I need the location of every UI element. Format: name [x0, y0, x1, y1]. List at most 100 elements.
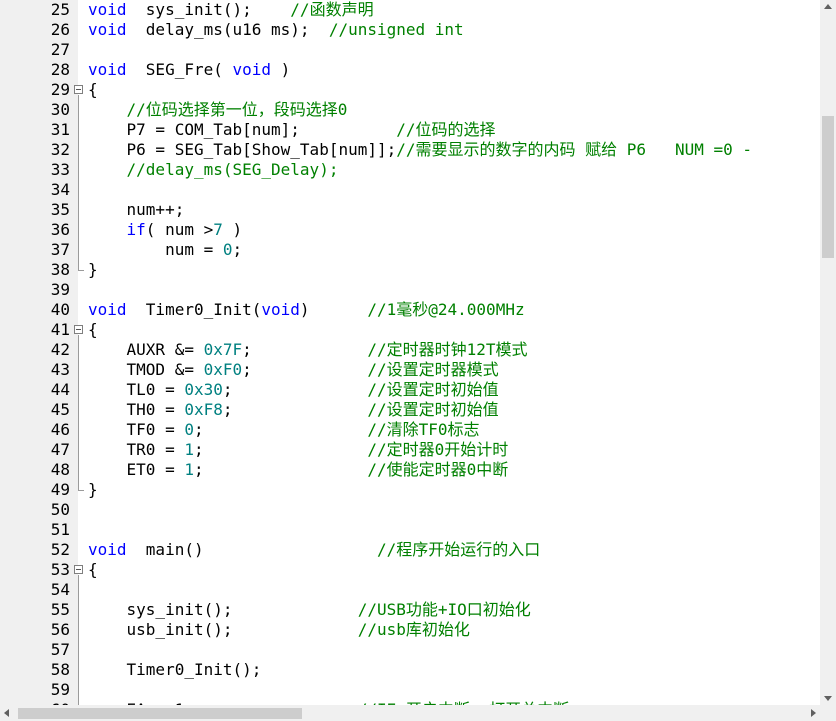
code-line[interactable]: 57 — [0, 640, 820, 660]
horizontal-scrollbar[interactable] — [0, 705, 820, 721]
line-number: 53 — [50, 560, 70, 579]
code-line[interactable]: 52 void main() //程序开始运行的入口 — [0, 540, 820, 560]
code-text: num++; — [88, 200, 185, 220]
code-token: ; — [193, 460, 368, 479]
code-comment: //设置定时器模式 — [367, 360, 499, 379]
code-line[interactable]: 41 { — [0, 320, 820, 340]
code-line[interactable]: 35 num++; — [0, 200, 820, 220]
code-comment: //usb库初始化 — [357, 620, 470, 639]
code-line[interactable]: 49} — [0, 480, 820, 500]
code-token: { — [88, 560, 98, 579]
code-line[interactable]: 45 TH0 = 0xF8; //设置定时初始值 — [0, 400, 820, 420]
line-number: 27 — [50, 40, 70, 59]
code-line[interactable]: 48 ET0 = 1; //使能定时器0中断 — [0, 460, 820, 480]
code-line[interactable]: 54 — [0, 580, 820, 600]
fold-collapse-icon[interactable] — [74, 85, 83, 94]
code-line[interactable]: 37 num = 0; — [0, 240, 820, 260]
fold-guide-line — [78, 335, 79, 490]
code-token: main() — [126, 540, 377, 559]
code-comment: //清除TF0标志 — [367, 420, 480, 439]
line-number: 51 — [50, 520, 70, 539]
code-line[interactable]: 53 { — [0, 560, 820, 580]
code-text: AUXR &= 0x7F; //定时器时钟12T模式 — [88, 340, 528, 360]
code-number: 0xF0 — [203, 360, 243, 379]
code-text: ET0 = 1; //使能定时器0中断 — [88, 460, 509, 480]
code-line[interactable]: 28 void SEG_Fre( void ) — [0, 60, 820, 80]
code-line[interactable]: 58 Timer0_Init(); — [0, 660, 820, 680]
line-number: 59 — [50, 680, 70, 699]
code-line[interactable]: 50 — [0, 500, 820, 520]
code-token: TMOD &= — [88, 360, 204, 379]
code-line[interactable]: 51 — [0, 520, 820, 540]
line-number: 44 — [50, 380, 70, 399]
code-line[interactable]: 42 AUXR &= 0x7F; //定时器时钟12T模式 — [0, 340, 820, 360]
scroll-up-arrow-icon[interactable] — [824, 4, 832, 9]
code-comment: //设置定时初始值 — [367, 380, 499, 399]
code-comment: //程序开始运行的入口 — [376, 540, 541, 559]
code-comment: //定时器0开始计时 — [367, 440, 509, 459]
code-line[interactable]: 55 sys_init(); //USB功能+IO口初始化 — [0, 600, 820, 620]
code-text: //delay_ms(SEG_Delay); — [88, 160, 339, 180]
code-number: 1 — [184, 460, 194, 479]
code-text: { — [88, 320, 98, 340]
code-text: void main() //程序开始运行的入口 — [88, 540, 540, 560]
code-line[interactable]: 33 //delay_ms(SEG_Delay); — [0, 160, 820, 180]
code-text: TL0 = 0x30; //设置定时初始值 — [88, 380, 499, 400]
code-line[interactable]: 59 — [0, 680, 820, 700]
code-token: ; — [193, 420, 368, 439]
code-line[interactable]: 34 — [0, 180, 820, 200]
code-token: Timer0_Init(); — [88, 660, 262, 679]
code-line[interactable]: 38} — [0, 260, 820, 280]
code-token: ) — [271, 60, 291, 79]
code-number: 0 — [222, 240, 233, 259]
code-editor[interactable]: 25 void sys_init(); //函数声明 26 void delay_ms… — [0, 0, 820, 705]
code-keyword: void — [232, 60, 272, 79]
code-line[interactable]: 43 TMOD &= 0xF0; //设置定时器模式 — [0, 360, 820, 380]
code-line[interactable]: 40 void Timer0_Init(void) //1毫秒@24.000MHz — [0, 300, 820, 320]
code-keyword: void — [88, 0, 127, 19]
code-line[interactable]: 29 { — [0, 80, 820, 100]
code-text: sys_init(); //USB功能+IO口初始化 — [88, 600, 531, 620]
code-line[interactable]: 44 TL0 = 0x30; //设置定时初始值 — [0, 380, 820, 400]
line-number: 56 — [50, 620, 70, 639]
code-number: 0xF8 — [184, 400, 223, 419]
code-text: P6 = SEG_Tab[Show_Tab[num]];//需要显示的数字的内码… — [88, 140, 752, 160]
code-token: ; — [242, 340, 368, 359]
scroll-left-arrow-icon[interactable] — [4, 709, 9, 717]
code-token: } — [88, 260, 98, 279]
code-token: TR0 = — [88, 440, 185, 459]
scroll-right-arrow-icon[interactable] — [811, 709, 816, 717]
code-token: TF0 = — [88, 420, 185, 439]
code-line[interactable]: 26 void delay_ms(u16 ms); //unsigned int — [0, 20, 820, 40]
code-line[interactable]: 46 TF0 = 0; //清除TF0标志 — [0, 420, 820, 440]
code-line[interactable]: 36 if( num >7 ) — [0, 220, 820, 240]
scroll-down-arrow-icon[interactable] — [824, 696, 832, 701]
fold-end-marker — [78, 490, 84, 491]
fold-collapse-icon[interactable] — [74, 325, 83, 334]
code-text: if( num >7 ) — [88, 220, 243, 240]
code-text: usb_init(); //usb库初始化 — [88, 620, 470, 640]
vertical-scroll-thumb[interactable] — [822, 116, 834, 258]
code-line[interactable]: 27 — [0, 40, 820, 60]
code-line[interactable]: 56 usb_init(); //usb库初始化 — [0, 620, 820, 640]
fold-collapse-icon[interactable] — [74, 565, 83, 574]
code-line[interactable]: 31 P7 = COM_Tab[num]; //位码的选择 — [0, 120, 820, 140]
code-text: void Timer0_Init(void) //1毫秒@24.000MHz — [88, 300, 525, 320]
code-token: sys_init(); — [88, 600, 358, 619]
code-token: ET0 = — [88, 460, 185, 479]
code-line[interactable]: 47 TR0 = 1; //定时器0开始计时 — [0, 440, 820, 460]
horizontal-scroll-thumb[interactable] — [18, 708, 302, 719]
line-number: 47 — [50, 440, 70, 459]
code-line[interactable]: 30 //位码选择第一位，段码选择0 — [0, 100, 820, 120]
code-keyword: void — [88, 60, 127, 79]
code-text: TMOD &= 0xF0; //设置定时器模式 — [88, 360, 499, 380]
code-token: } — [88, 480, 98, 499]
code-line[interactable]: 32 P6 = SEG_Tab[Show_Tab[num]];//需要显示的数字… — [0, 140, 820, 160]
vertical-scrollbar[interactable] — [820, 0, 836, 705]
code-line[interactable]: 39 — [0, 280, 820, 300]
line-number: 55 — [50, 600, 70, 619]
code-line[interactable]: 25 void sys_init(); //函数声明 — [0, 0, 820, 20]
code-text: } — [88, 260, 98, 280]
code-text: TR0 = 1; //定时器0开始计时 — [88, 440, 509, 460]
